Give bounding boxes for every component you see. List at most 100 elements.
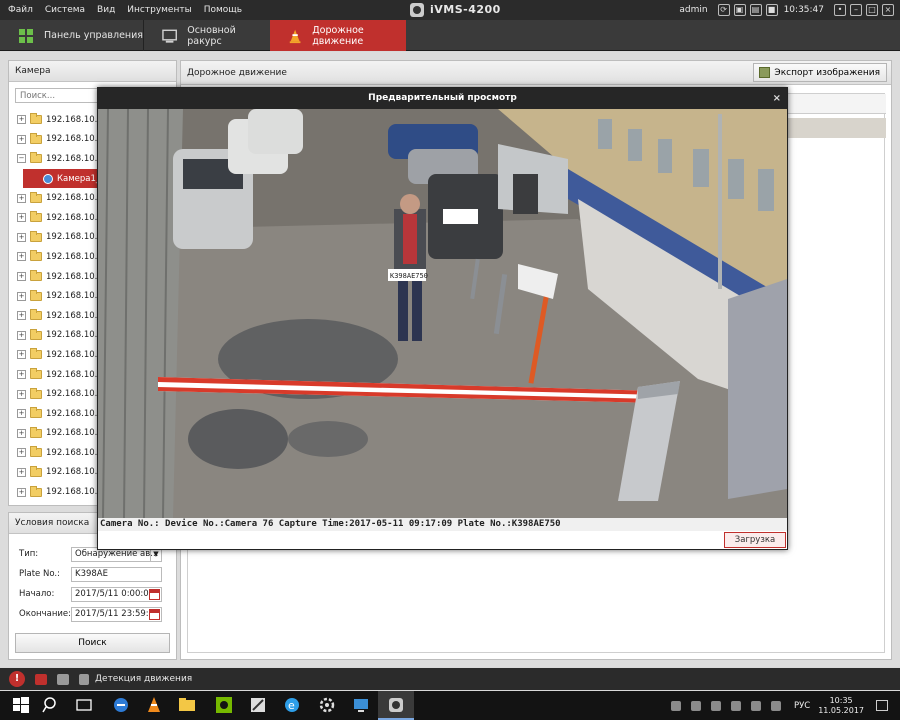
app-tool-icon[interactable] (249, 696, 267, 714)
title-bar-right: admin ⟳ ▣ ▤ ■ 10:35:47 • – □ × (679, 0, 900, 20)
vlc-icon[interactable] (145, 696, 163, 714)
tab-main-view[interactable]: Основной ракурс (143, 20, 269, 51)
network-icon[interactable] (690, 700, 701, 711)
expand-icon[interactable]: + (17, 428, 26, 438)
sync-icon[interactable]: ⟳ (717, 4, 730, 16)
end-label: Окончание: (19, 609, 71, 619)
search-button[interactable]: Поиск (15, 633, 170, 653)
calendar-icon[interactable] (149, 588, 160, 600)
tab-control-panel[interactable]: Панель управления (0, 20, 143, 51)
end-time-input[interactable]: 2017/5/11 23:59:59 (71, 606, 162, 622)
tree-item-label: Камера1_ (57, 173, 101, 184)
expand-icon[interactable]: + (17, 232, 26, 242)
language-indicator[interactable]: РУС (794, 701, 810, 711)
expand-icon[interactable]: + (17, 311, 26, 321)
event-icon[interactable] (57, 673, 69, 685)
nvidia-icon[interactable] (215, 696, 233, 714)
settings-icon[interactable]: • (834, 4, 846, 16)
remote-desktop-icon[interactable] (352, 696, 370, 714)
type-value: Обнаружение ав... (75, 548, 159, 559)
edge-browser-icon[interactable] (112, 696, 130, 714)
minimize-icon[interactable]: – (850, 4, 862, 16)
task-view-icon[interactable] (75, 696, 93, 714)
settings-gear-icon[interactable] (318, 696, 336, 714)
expand-icon[interactable]: + (17, 389, 26, 399)
folder-icon (30, 289, 42, 301)
expand-icon[interactable]: + (17, 370, 26, 380)
close-icon[interactable]: × (882, 4, 894, 16)
expand-icon[interactable]: + (17, 487, 26, 497)
expand-icon[interactable]: + (17, 272, 26, 282)
expand-icon[interactable]: + (17, 409, 26, 419)
download-button[interactable]: Загрузка (724, 532, 786, 548)
collapse-icon[interactable]: − (17, 154, 26, 164)
wifi-icon[interactable] (770, 700, 781, 711)
taskbar-clock[interactable]: 10:35 11.05.2017 (818, 696, 864, 716)
search-icon[interactable] (42, 696, 60, 714)
table-row[interactable] (788, 118, 886, 138)
monitor-icon (162, 29, 177, 43)
taskbar-active-app[interactable] (378, 691, 414, 720)
expand-icon[interactable]: + (17, 330, 26, 340)
status-bar: Детекция движения (0, 668, 900, 690)
windows-taskbar: e РУС 10:35 11.05.2017 (0, 691, 900, 720)
expand-icon[interactable]: + (17, 350, 26, 360)
menu-system[interactable]: Система (39, 5, 91, 15)
status-text: Детекция движения (95, 674, 193, 684)
volume-icon[interactable] (710, 700, 721, 711)
battery-icon[interactable] (750, 700, 761, 711)
current-user[interactable]: admin (679, 5, 707, 15)
lock-icon[interactable]: ▣ (733, 4, 746, 16)
start-row: Начало: 2017/5/11 0:00:00 (19, 586, 162, 602)
alarm-icon[interactable] (35, 673, 47, 685)
export-image-button[interactable]: Экспорт изображения (753, 63, 887, 82)
warning-icon[interactable] (9, 671, 25, 687)
traffic-cone-icon (289, 29, 301, 43)
calendar-icon[interactable] (149, 608, 160, 620)
parking-lot-photo: K398AE750 (98, 109, 787, 518)
cpu-icon[interactable]: ■ (765, 4, 778, 16)
plate-input[interactable]: K398AE (71, 566, 162, 582)
expand-icon[interactable]: + (17, 291, 26, 301)
tab-label: Дорожное движение (312, 24, 364, 47)
folder-icon (30, 132, 42, 144)
camera-panel-title: Камера (9, 61, 176, 82)
export-icon (759, 67, 771, 78)
expand-icon[interactable]: + (17, 467, 26, 477)
expand-icon[interactable]: + (17, 213, 26, 223)
grid-icon (19, 28, 33, 43)
expand-icon[interactable]: + (17, 448, 26, 458)
folder-icon (30, 348, 42, 360)
menu-view[interactable]: Вид (91, 5, 121, 15)
tab-bar: Панель управления Основной ракурс Дорожн… (0, 20, 900, 51)
folder-icon (30, 309, 42, 321)
folder-icon (30, 270, 42, 282)
start-label: Начало: (19, 589, 55, 599)
folder-icon (30, 387, 42, 399)
expand-icon[interactable]: + (17, 115, 26, 125)
app-title: iVMS-4200 (430, 3, 501, 16)
internet-explorer-icon[interactable]: e (283, 696, 301, 714)
expand-icon[interactable]: + (17, 193, 26, 203)
speaker-icon[interactable] (79, 673, 89, 685)
preview-titlebar: Предварительный просмотр × (98, 88, 787, 109)
bluetooth-icon[interactable] (730, 700, 741, 711)
close-icon[interactable]: × (773, 88, 781, 109)
export-label: Экспорт изображения (774, 67, 880, 78)
windows-start-icon[interactable] (12, 696, 30, 714)
maximize-icon[interactable]: □ (866, 4, 878, 16)
system-tray: РУС 10:35 11.05.2017 (666, 691, 900, 720)
alarm-icon[interactable]: ▤ (749, 4, 762, 16)
start-time-input[interactable]: 2017/5/11 0:00:00 (71, 586, 162, 602)
folder-icon (30, 465, 42, 477)
chevron-up-icon[interactable] (670, 700, 681, 711)
menu-help[interactable]: Помощь (198, 5, 248, 15)
expand-icon[interactable]: + (17, 252, 26, 262)
expand-icon[interactable]: + (17, 134, 26, 144)
tab-traffic[interactable]: Дорожное движение (270, 20, 406, 51)
menu-file[interactable]: Файл (0, 5, 39, 15)
menu-tools[interactable]: Инструменты (121, 5, 197, 15)
clock-display: 10:35:47 (783, 5, 824, 15)
file-explorer-icon[interactable] (178, 696, 196, 714)
notification-icon[interactable] (876, 700, 888, 711)
